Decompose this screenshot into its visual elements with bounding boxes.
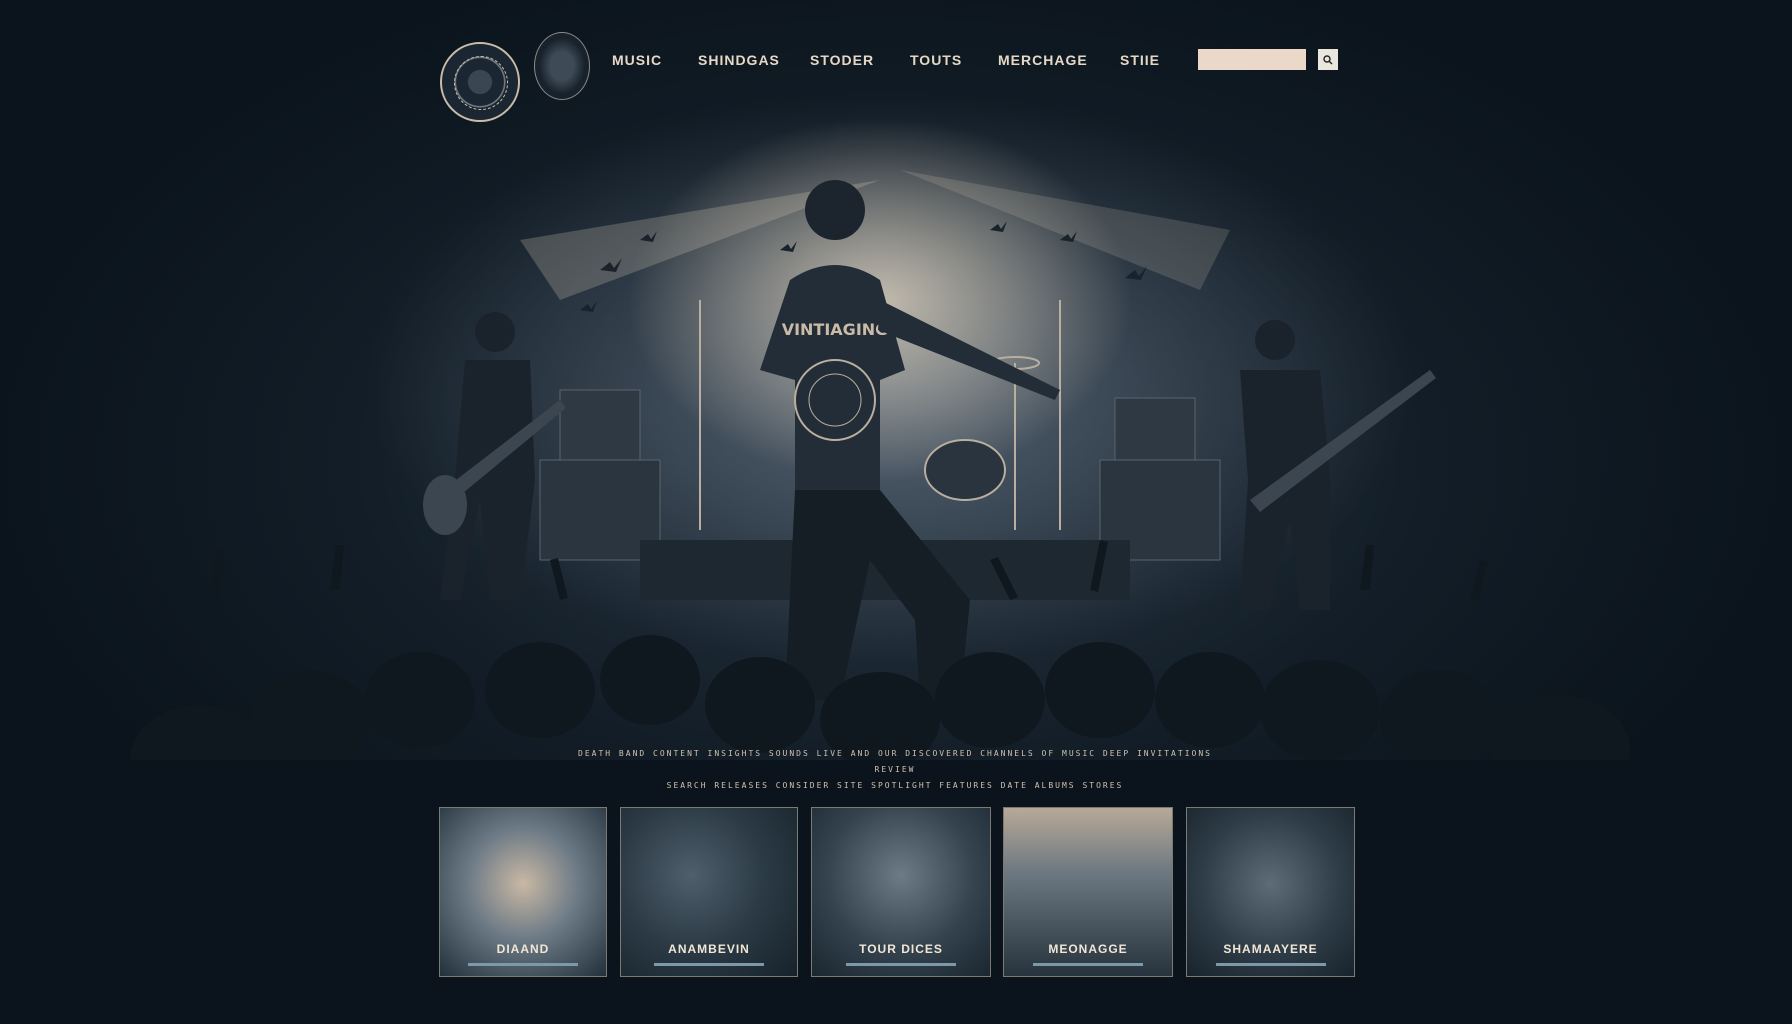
card-underline	[846, 963, 956, 966]
card-shamaayere[interactable]: SHAMAAYERE	[1186, 807, 1355, 977]
nav-item-shindgas[interactable]: SHINDGAS	[698, 52, 780, 68]
tagline: DEATH BAND CONTENT INSIGHTS SOUNDS LIVE …	[570, 746, 1220, 794]
card-underline	[1033, 963, 1143, 966]
card-label: ANAMBEVIN	[668, 942, 750, 956]
search-icon	[1323, 54, 1333, 64]
bassist-right	[1240, 320, 1436, 610]
search-input[interactable]	[1198, 49, 1306, 70]
card-label: SHAMAAYERE	[1223, 942, 1318, 956]
search-button[interactable]	[1318, 49, 1338, 70]
card-underline	[1215, 963, 1326, 966]
card-meonagge[interactable]: MEONAGGE	[1003, 807, 1173, 977]
card-label: DIAAND	[496, 942, 550, 956]
card-anambevin[interactable]: ANAMBEVIN	[620, 807, 798, 977]
nav-item-touts[interactable]: TOUTS	[910, 52, 962, 68]
nav-item-stiie[interactable]: STIIE	[1120, 52, 1160, 68]
nav-item-music[interactable]: MUSIC	[612, 52, 662, 68]
band-logo-seal[interactable]	[440, 42, 520, 122]
band-logo-crest[interactable]	[534, 32, 590, 100]
card-label: TOUR DICES	[859, 942, 943, 956]
card-underline	[468, 963, 578, 966]
card-label: MEONAGGE	[1048, 942, 1128, 956]
nav-item-stoder[interactable]: STODER	[810, 52, 874, 68]
card-underline	[654, 963, 764, 966]
card-tour-dices[interactable]: TOUR DICES	[811, 807, 991, 977]
tagline-line-2: SEARCH RELEASES CONSIDER SITE SPOTLIGHT …	[666, 781, 1124, 790]
nav-item-merchage[interactable]: MERCHAGE	[998, 52, 1088, 68]
shirt-print: VINTIAGING	[782, 320, 889, 339]
tagline-line-1: DEATH BAND CONTENT INSIGHTS SOUNDS LIVE …	[578, 749, 1212, 774]
card-diaand[interactable]: DIAAND	[439, 807, 607, 977]
